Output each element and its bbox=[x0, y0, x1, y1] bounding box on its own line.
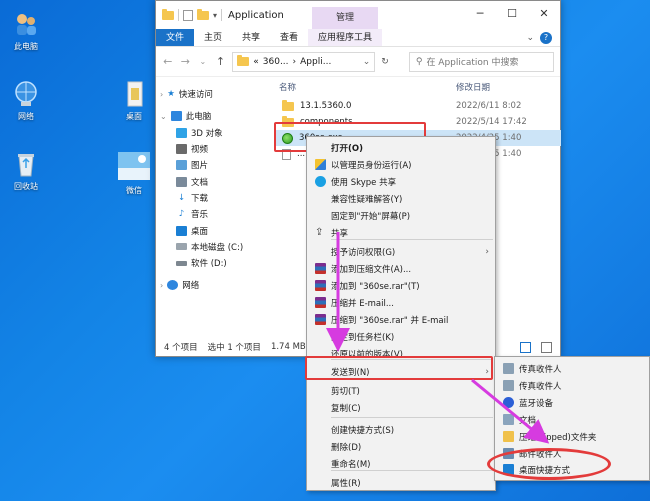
arrow-diagonal bbox=[471, 378, 550, 444]
annotation-arrows bbox=[326, 232, 550, 444]
